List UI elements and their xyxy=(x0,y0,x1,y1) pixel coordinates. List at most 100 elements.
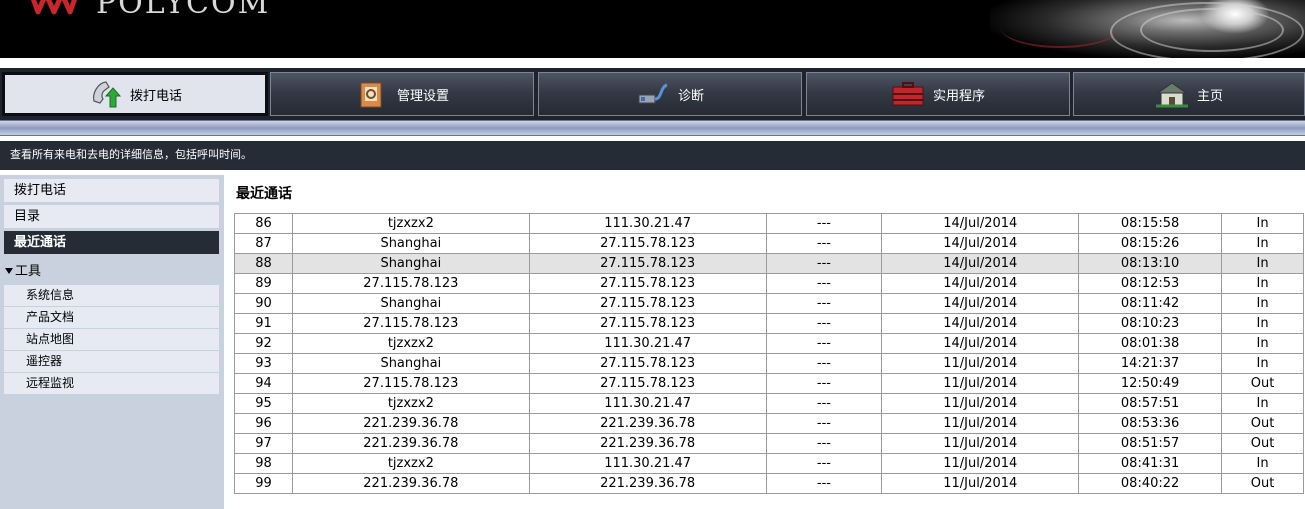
extra-info-cell: --- xyxy=(765,393,883,414)
sidebar-item-system-info[interactable]: 系统信息 xyxy=(4,285,219,306)
time-cell: 08:57:51 xyxy=(1078,393,1223,414)
extra-info-cell: --- xyxy=(765,413,883,434)
direction-cell: In xyxy=(1221,273,1304,294)
direction-cell: In xyxy=(1221,453,1304,474)
tab-utilities[interactable]: 实用程序 xyxy=(806,72,1070,116)
direction-cell: Out xyxy=(1221,373,1304,394)
table-row[interactable]: 97 221.239.36.78 221.239.36.78 --- 11/Jul/20… xyxy=(234,433,1304,454)
date-cell: 11/Jul/2014 xyxy=(881,393,1080,414)
caller-name-cell: tjzxzx2 xyxy=(291,333,530,354)
call-number-cell: 94 xyxy=(234,373,293,394)
table-row[interactable]: 86 tjzxzx2 111.30.21.47 --- 14/Jul/2014 08:15… xyxy=(234,213,1304,234)
tab-diagnostics[interactable]: 诊断 xyxy=(538,72,802,116)
date-cell: 11/Jul/2014 xyxy=(881,373,1080,394)
date-cell: 14/Jul/2014 xyxy=(881,233,1080,254)
call-number-cell: 96 xyxy=(234,413,293,434)
call-number-cell: 86 xyxy=(234,213,293,234)
direction-cell: In xyxy=(1221,293,1304,314)
caller-name-cell: 27.115.78.123 xyxy=(291,273,530,294)
direction-cell: In xyxy=(1221,353,1304,374)
water-splash-banner xyxy=(990,0,1305,58)
tab-admin-settings[interactable]: 管理设置 xyxy=(270,72,534,116)
caller-name-cell: 27.115.78.123 xyxy=(291,313,530,334)
caller-name-cell: tjzxzx2 xyxy=(291,213,530,234)
time-cell: 14:21:37 xyxy=(1078,353,1223,374)
chevron-down-icon xyxy=(5,268,13,274)
nav-subbar xyxy=(0,120,1305,136)
date-cell: 14/Jul/2014 xyxy=(881,293,1080,314)
extra-info-cell: --- xyxy=(765,233,883,254)
extra-info-cell: --- xyxy=(765,293,883,314)
table-row[interactable]: 91 27.115.78.123 27.115.78.123 --- 14/Jul/20… xyxy=(234,313,1304,334)
address-cell: 27.115.78.123 xyxy=(528,313,767,334)
caller-name-cell: 221.239.36.78 xyxy=(291,473,530,494)
address-cell: 111.30.21.47 xyxy=(528,393,767,414)
tab-label: 拨打电话 xyxy=(129,88,182,104)
sidebar-item-site-map[interactable]: 站点地图 xyxy=(4,329,219,350)
sidebar-section-tools[interactable]: 工具 xyxy=(4,261,219,283)
call-number-cell: 98 xyxy=(234,453,293,474)
table-row[interactable]: 94 27.115.78.123 27.115.78.123 --- 11/Jul/20… xyxy=(234,373,1304,394)
call-number-cell: 90 xyxy=(234,293,293,314)
recent-calls-table: 86 tjzxzx2 111.30.21.47 --- 14/Jul/2014 08:15… xyxy=(234,213,1304,494)
sidebar-item-remote-control[interactable]: 遥控器 xyxy=(4,351,219,372)
direction-cell: In xyxy=(1221,253,1304,274)
caller-name-cell: Shanghai xyxy=(291,253,530,274)
tab-home[interactable]: 主页 xyxy=(1073,72,1305,116)
direction-cell: Out xyxy=(1221,433,1304,454)
table-row[interactable]: 95 tjzxzx2 111.30.21.47 --- 11/Jul/2014 08:57… xyxy=(234,393,1304,414)
extra-info-cell: --- xyxy=(765,213,883,234)
caller-name-cell: 27.115.78.123 xyxy=(291,373,530,394)
brand-name: POLYCOM xyxy=(96,0,271,21)
extra-info-cell: --- xyxy=(765,473,883,494)
address-cell: 111.30.21.47 xyxy=(528,453,767,474)
caller-name-cell: 221.239.36.78 xyxy=(291,413,530,434)
time-cell: 08:11:42 xyxy=(1078,293,1223,314)
table-row[interactable]: 89 27.115.78.123 27.115.78.123 --- 14/Jul/20… xyxy=(234,273,1304,294)
sidebar-item-recent-calls[interactable]: 最近通话 xyxy=(4,231,219,254)
call-number-cell: 88 xyxy=(234,253,293,274)
address-cell: 111.30.21.47 xyxy=(528,213,767,234)
extra-info-cell: --- xyxy=(765,253,883,274)
sidebar-item-remote-monitoring[interactable]: 远程监视 xyxy=(4,373,219,394)
address-cell: 111.30.21.47 xyxy=(528,333,767,354)
extra-info-cell: --- xyxy=(765,453,883,474)
settings-box-icon xyxy=(355,79,389,109)
sidebar-item-place-call[interactable]: 拨打电话 xyxy=(4,179,219,202)
sidebar-item-directory[interactable]: 目录 xyxy=(4,205,219,228)
table-row[interactable]: 99 221.239.36.78 221.239.36.78 --- 11/Jul/20… xyxy=(234,473,1304,494)
table-row[interactable]: 88 Shanghai 27.115.78.123 --- 14/Jul/2014 08:… xyxy=(234,253,1304,274)
page-description: 查看所有来电和去电的详细信息，包括呼叫时间。 xyxy=(0,141,1305,170)
address-cell: 27.115.78.123 xyxy=(528,273,767,294)
date-cell: 14/Jul/2014 xyxy=(881,313,1080,334)
time-cell: 08:15:58 xyxy=(1078,213,1223,234)
caller-name-cell: 221.239.36.78 xyxy=(291,433,530,454)
time-cell: 12:50:49 xyxy=(1078,373,1223,394)
caller-name-cell: tjzxzx2 xyxy=(291,453,530,474)
extra-info-cell: --- xyxy=(765,273,883,294)
sidebar-item-product-docs[interactable]: 产品文档 xyxy=(4,307,219,328)
table-row[interactable]: 90 Shanghai 27.115.78.123 --- 14/Jul/2014 08:… xyxy=(234,293,1304,314)
date-cell: 14/Jul/2014 xyxy=(881,333,1080,354)
extra-info-cell: --- xyxy=(765,333,883,354)
call-number-cell: 91 xyxy=(234,313,293,334)
page-title: 最近通话 xyxy=(236,186,292,202)
date-cell: 14/Jul/2014 xyxy=(881,253,1080,274)
date-cell: 11/Jul/2014 xyxy=(881,433,1080,454)
table-row[interactable]: 87 Shanghai 27.115.78.123 --- 14/Jul/2014 08:… xyxy=(234,233,1304,254)
table-row[interactable]: 92 tjzxzx2 111.30.21.47 --- 14/Jul/2014 08:01… xyxy=(234,333,1304,354)
address-cell: 27.115.78.123 xyxy=(528,253,767,274)
table-row[interactable]: 93 Shanghai 27.115.78.123 --- 11/Jul/2014 14:… xyxy=(234,353,1304,374)
address-cell: 221.239.36.78 xyxy=(528,433,767,454)
caller-name-cell: Shanghai xyxy=(291,353,530,374)
address-cell: 27.115.78.123 xyxy=(528,373,767,394)
direction-cell: Out xyxy=(1221,413,1304,434)
table-row[interactable]: 98 tjzxzx2 111.30.21.47 --- 11/Jul/2014 08:41… xyxy=(234,453,1304,474)
date-cell: 11/Jul/2014 xyxy=(881,473,1080,494)
table-row[interactable]: 96 221.239.36.78 221.239.36.78 --- 11/Jul/20… xyxy=(234,413,1304,434)
call-number-cell: 97 xyxy=(234,433,293,454)
polycom-logo-icon xyxy=(30,0,78,15)
tab-place-call[interactable]: 拨打电话 xyxy=(2,72,268,116)
address-cell: 27.115.78.123 xyxy=(528,353,767,374)
caller-name-cell: tjzxzx2 xyxy=(291,393,530,414)
